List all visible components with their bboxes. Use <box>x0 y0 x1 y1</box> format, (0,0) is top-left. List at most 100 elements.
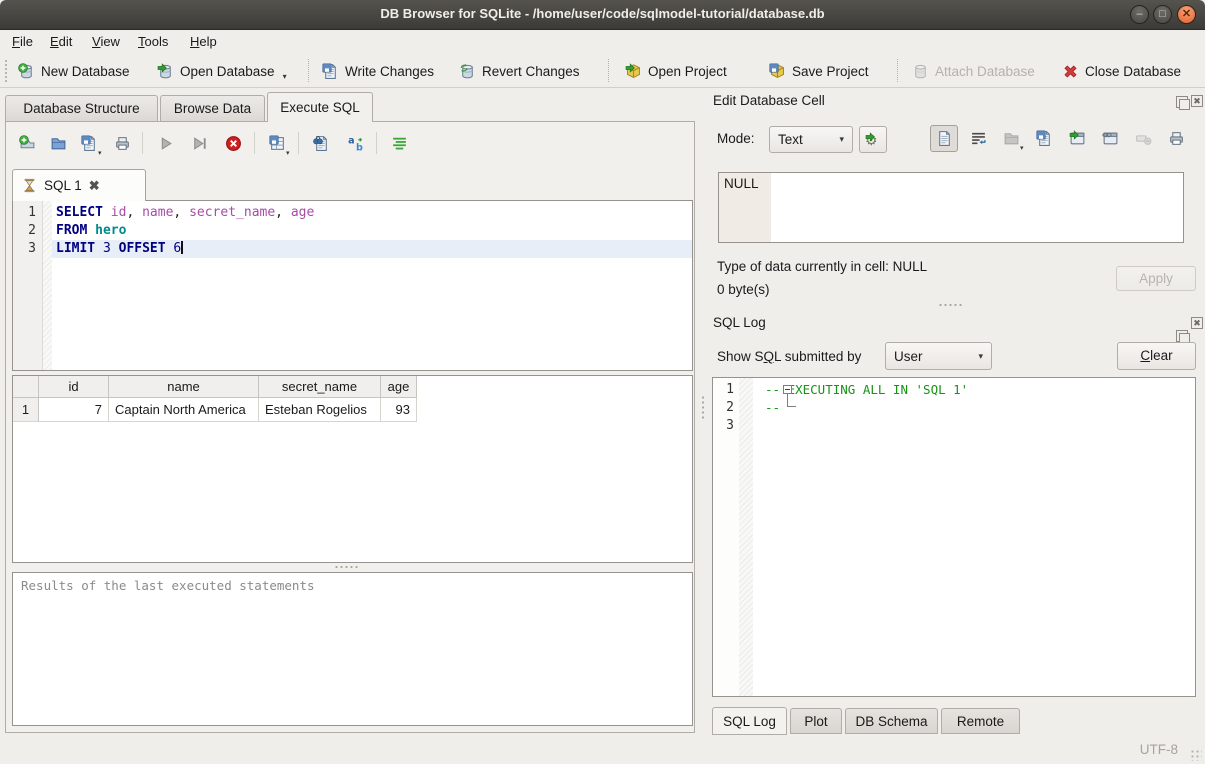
open-external-button[interactable] <box>1063 125 1091 152</box>
app-window: DB Browser for SQLite - /home/user/code/… <box>0 0 1205 764</box>
write-changes-button[interactable]: Write Changes <box>318 58 438 84</box>
editor-line-numbers: 1 2 3 <box>13 201 43 370</box>
column-header-secret-name[interactable]: secret_name <box>259 376 381 398</box>
toolbar-drag-handle[interactable] <box>4 59 8 82</box>
float-dock-icon[interactable] <box>1176 330 1188 342</box>
print-icon <box>1168 130 1185 147</box>
column-header-age[interactable]: age <box>381 376 417 398</box>
open-sql-file-button[interactable] <box>45 130 71 156</box>
minimize-button[interactable]: – <box>1130 5 1149 24</box>
titlebar[interactable]: DB Browser for SQLite - /home/user/code/… <box>0 0 1205 30</box>
editor-text-area[interactable]: SELECT id, name, secret_name, age FROM h… <box>52 201 692 370</box>
clear-log-button[interactable]: Clear <box>1117 342 1196 370</box>
sql1-tab[interactable]: SQL 1 ✖ <box>12 169 146 201</box>
save-project-button[interactable]: Save Project <box>765 58 873 84</box>
fold-collapse-icon[interactable] <box>783 385 792 394</box>
export-data-button[interactable] <box>1030 125 1058 152</box>
save-sql-file-button[interactable]: ▾ <box>76 130 102 156</box>
cell-content-editor[interactable]: NULL <box>718 172 1184 243</box>
sql-log-view[interactable]: 1 2 3 -- EXECUTING ALL IN 'SQL 1' -- <box>712 377 1196 697</box>
find-replace-button[interactable] <box>342 130 368 156</box>
resize-grip[interactable] <box>1190 749 1202 761</box>
tab-browse-data[interactable]: Browse Data <box>160 95 265 121</box>
vertical-splitter-handle[interactable] <box>701 395 705 421</box>
copy-link-button[interactable] <box>1096 125 1124 152</box>
menu-file[interactable]: File <box>8 32 37 52</box>
results-header-row: id name secret_name age <box>13 376 692 398</box>
tab-sql-log[interactable]: SQL Log <box>712 707 787 735</box>
close-database-icon <box>1062 63 1079 80</box>
sql-code-editor[interactable]: 1 2 3 SELECT id, name, secret_name, age … <box>12 200 693 371</box>
cell-id[interactable]: 7 <box>39 398 109 422</box>
open-database-button[interactable]: Open Database ▾ <box>153 58 291 84</box>
float-dock-icon[interactable] <box>1176 96 1188 108</box>
menu-edit[interactable]: Edit <box>46 32 76 52</box>
format-sql-button[interactable] <box>386 130 412 156</box>
menu-view[interactable]: View <box>88 32 124 52</box>
table-row[interactable]: 1 7 Captain North America Esteban Rogeli… <box>13 398 692 422</box>
horizontal-splitter-handle[interactable] <box>334 565 360 569</box>
code-line-3[interactable]: LIMIT 3 OFFSET 6 <box>52 240 692 258</box>
sql-log-filter-select[interactable]: User ▾ <box>885 342 992 370</box>
results-message-text: Results of the last executed statements <box>21 578 315 593</box>
text-mode-button[interactable] <box>930 125 958 152</box>
close-sql-tab-icon[interactable]: ✖ <box>89 178 100 194</box>
save-sql-dropdown[interactable]: ▾ <box>98 149 102 157</box>
apply-button: Apply <box>1116 266 1196 291</box>
print-sql-button[interactable] <box>109 130 135 156</box>
close-database-button[interactable]: Close Database <box>1058 58 1185 84</box>
find-button[interactable] <box>308 130 334 156</box>
tab-remote[interactable]: Remote <box>941 708 1020 734</box>
results-message-box[interactable]: Results of the last executed statements <box>12 572 693 726</box>
open-project-button[interactable]: Open Project <box>621 58 731 84</box>
print-cell-button[interactable] <box>1162 125 1190 152</box>
stop-execution-button[interactable] <box>220 130 246 156</box>
cell-secret-name[interactable]: Esteban Rogelios <box>259 398 381 422</box>
save-sql-file-icon: ▾ <box>81 135 98 152</box>
editor-toolbar-separator <box>142 132 143 154</box>
new-database-button[interactable]: New Database <box>14 58 134 84</box>
code-line-2[interactable]: FROM hero <box>52 222 692 240</box>
menu-help[interactable]: Help <box>186 32 221 52</box>
column-header-name[interactable]: name <box>109 376 259 398</box>
menu-tools[interactable]: Tools <box>134 32 172 52</box>
execute-current-line-button[interactable] <box>186 130 212 156</box>
apply-settings-button[interactable]: ⚙ <box>859 126 887 153</box>
fold-line <box>787 394 796 407</box>
toolbar-separator <box>897 59 898 82</box>
results-grid[interactable]: id name secret_name age 1 7 Captain Nort… <box>12 375 693 563</box>
close-dock-icon[interactable]: ✖ <box>1191 317 1203 329</box>
tab-plot[interactable]: Plot <box>790 708 842 734</box>
tab-execute-sql[interactable]: Execute SQL <box>267 92 373 122</box>
dock-splitter-handle[interactable] <box>938 303 964 307</box>
row-header[interactable]: 1 <box>13 398 39 422</box>
code-line-1[interactable]: SELECT id, name, secret_name, age <box>52 204 692 222</box>
log-text-area[interactable]: -- EXECUTING ALL IN 'SQL 1' -- <box>753 378 1195 696</box>
new-sql-tab-icon <box>19 135 36 152</box>
open-sql-file-icon <box>50 135 67 152</box>
cell-age[interactable]: 93 <box>381 398 417 422</box>
column-header-id[interactable]: id <box>39 376 109 398</box>
close-dock-icon[interactable]: ✖ <box>1191 95 1203 107</box>
log-fold-margin <box>739 378 753 696</box>
log-line-numbers: 1 2 3 <box>713 378 739 696</box>
save-project-icon <box>769 63 786 80</box>
save-results-dropdown[interactable]: ▾ <box>286 149 290 157</box>
maximize-button[interactable]: □ <box>1153 5 1172 24</box>
export-data-icon <box>1036 130 1053 147</box>
open-database-dropdown[interactable]: ▾ <box>283 72 287 84</box>
toolbar-separator <box>308 59 309 82</box>
word-wrap-button[interactable] <box>964 125 992 152</box>
chevron-down-icon: ▾ <box>978 351 983 362</box>
execute-all-button[interactable] <box>152 130 178 156</box>
find-replace-icon <box>347 135 364 152</box>
close-button[interactable]: ✕ <box>1177 5 1196 24</box>
tab-db-schema[interactable]: DB Schema <box>845 708 938 734</box>
tab-database-structure[interactable]: Database Structure <box>5 95 158 121</box>
revert-changes-button[interactable]: Revert Changes <box>455 58 584 84</box>
save-results-view-button[interactable]: ▾ <box>264 130 290 156</box>
cell-name[interactable]: Captain North America <box>109 398 259 422</box>
mode-select[interactable]: Text ▾ <box>769 126 853 153</box>
new-sql-tab-button[interactable] <box>14 130 40 156</box>
execute-current-line-icon <box>191 135 208 152</box>
